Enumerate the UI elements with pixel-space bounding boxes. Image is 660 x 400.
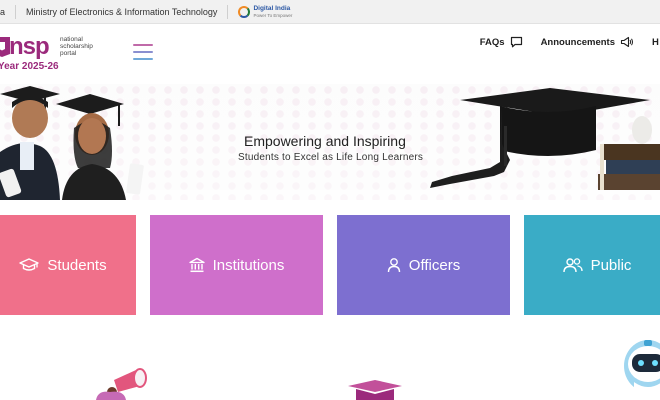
graduation-illustration bbox=[348, 380, 402, 400]
site-header: nsp national scholarship portal Year 202… bbox=[0, 24, 660, 82]
digital-india-icon bbox=[238, 5, 251, 18]
gov-strip-cut-text: a bbox=[0, 6, 6, 17]
nsp-logo-text[interactable]: nsp bbox=[9, 33, 50, 61]
nsp-logo-subtitle: national scholarship portal bbox=[60, 36, 93, 57]
graduates-photo bbox=[0, 86, 144, 200]
graduation-cap-icon bbox=[19, 258, 40, 271]
hero-banner: Empowering and Inspiring Students to Exc… bbox=[0, 84, 660, 200]
officers-label: Officers bbox=[408, 256, 461, 274]
chat-bubble-icon bbox=[510, 36, 522, 48]
digital-india-tagline: Power To Empower bbox=[253, 12, 293, 18]
students-label: Students bbox=[47, 256, 107, 274]
digital-india-title: Digital India bbox=[253, 4, 291, 12]
divider bbox=[15, 4, 17, 19]
chatbot-icon[interactable] bbox=[622, 338, 660, 394]
faqs-link[interactable]: FAQs bbox=[480, 36, 523, 48]
announcements-label: Announcements bbox=[540, 36, 615, 48]
page: a Ministry of Electronics & Information … bbox=[0, 0, 660, 400]
header-nav: FAQs Announcements H bbox=[480, 36, 660, 48]
home-link-cut[interactable]: H bbox=[652, 37, 660, 48]
ministry-link[interactable]: Ministry of Electronics & Information Te… bbox=[26, 7, 217, 17]
gov-strip: a Ministry of Electronics & Information … bbox=[0, 0, 660, 24]
institution-icon bbox=[188, 257, 205, 273]
divider bbox=[227, 4, 229, 19]
hero-subtitle: Students to Excel as Life Long Learners bbox=[238, 152, 424, 163]
announcements-link[interactable]: Announcements bbox=[541, 36, 634, 48]
students-card[interactable]: Students bbox=[0, 215, 136, 315]
public-label: Public bbox=[590, 256, 632, 274]
academic-year-label: Year 2025-26 bbox=[0, 61, 59, 72]
public-card[interactable]: Public bbox=[524, 215, 660, 315]
menu-toggle-button[interactable] bbox=[133, 44, 153, 60]
officers-card[interactable]: Officers bbox=[337, 215, 510, 315]
digital-india-logo[interactable]: Digital India Power To Empower bbox=[238, 5, 292, 19]
users-icon bbox=[562, 258, 583, 273]
institutions-card[interactable]: Institutions bbox=[150, 215, 323, 315]
faqs-label: FAQs bbox=[479, 36, 505, 48]
announcement-illustration bbox=[96, 368, 147, 400]
megaphone-icon bbox=[620, 36, 633, 48]
graduation-cap-books-image bbox=[430, 88, 660, 190]
hero-title: Empowering and Inspiring bbox=[244, 133, 406, 149]
user-icon bbox=[387, 258, 400, 273]
institutions-label: Institutions bbox=[212, 256, 285, 274]
